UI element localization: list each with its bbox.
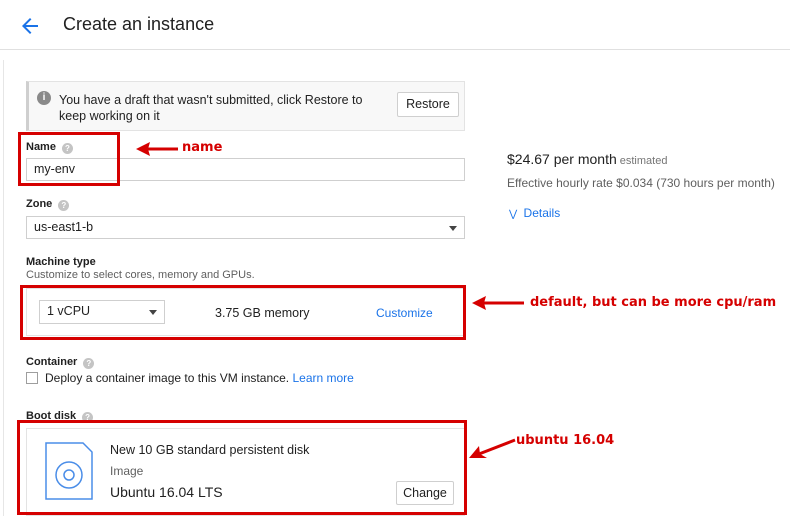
container-checkbox-label: Deploy a container image to this VM inst… <box>45 371 354 385</box>
dropdown-arrow-icon <box>449 226 457 231</box>
zone-label: Zone? <box>26 198 70 211</box>
help-icon[interactable]: ? <box>83 358 95 369</box>
info-icon: i <box>37 91 51 105</box>
divider <box>3 60 4 516</box>
container-label: Container? <box>26 356 95 369</box>
details-link[interactable]: ⋁ Details <box>509 206 560 220</box>
annotation-box-name <box>18 132 120 186</box>
draft-notice-text: You have a draft that wasn't submitted, … <box>59 93 363 123</box>
annotation-arrow-icon <box>469 438 516 458</box>
container-checkbox[interactable] <box>26 372 38 384</box>
arrow-left-icon[interactable] <box>18 14 42 38</box>
header: Create an instance <box>0 0 790 50</box>
annotation-arrow-icon <box>136 142 178 156</box>
zone-label-text: Zone <box>26 198 53 210</box>
zone-select[interactable]: us-east1-b <box>26 216 465 239</box>
restore-button[interactable]: Restore <box>397 92 459 117</box>
learn-more-link[interactable]: Learn more <box>292 371 353 385</box>
hourly-rate: Effective hourly rate $0.034 (730 hours … <box>507 176 775 190</box>
draft-notice: i You have a draft that wasn't submitted… <box>26 81 465 131</box>
annotation-box-machine <box>20 285 466 340</box>
annotation-arrow-icon <box>472 296 524 310</box>
container-checkbox-text: Deploy a container image to this VM inst… <box>45 371 290 385</box>
annotation-box-boot <box>17 420 467 515</box>
monthly-price: $24.67 per month estimated <box>507 151 667 167</box>
estimated-note: estimated <box>619 155 668 167</box>
annotation-machine: default, but can be more cpu/ram <box>530 295 777 310</box>
machine-type-hint: Customize to select cores, memory and GP… <box>26 269 255 281</box>
zone-select-value: us-east1-b <box>34 220 94 234</box>
help-icon[interactable]: ? <box>58 200 70 211</box>
details-label: Details <box>523 206 561 220</box>
page-title: Create an instance <box>63 14 215 34</box>
chevron-down-icon: ⋁ <box>509 209 518 220</box>
machine-type-label: Machine type <box>26 256 96 268</box>
monthly-price-value: $24.67 per month <box>507 151 617 167</box>
annotation-name: name <box>182 140 223 155</box>
container-label-text: Container <box>26 356 78 368</box>
annotation-boot: ubuntu 16.04 <box>516 433 615 448</box>
